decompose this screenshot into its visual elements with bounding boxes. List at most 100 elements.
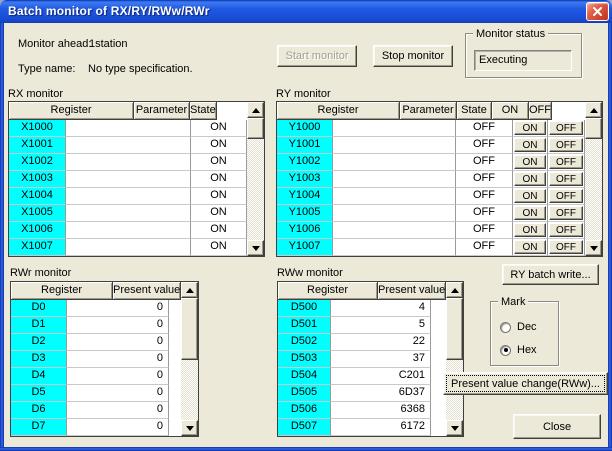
present-value-change-button[interactable]: Present value change(RWw)... (443, 372, 608, 395)
table-row[interactable]: D5 0 (11, 385, 181, 402)
rx-monitor-table: RegisterParameter nameState X1000 ON X10… (8, 101, 265, 257)
off-button[interactable]: OFF (549, 189, 583, 203)
table-row[interactable]: D500 4 (278, 300, 446, 317)
scroll-up-icon[interactable] (585, 102, 602, 118)
off-cell: OFF (548, 188, 585, 205)
table-row[interactable]: X1007 ON (9, 239, 247, 256)
column-header: State (457, 102, 492, 120)
off-button[interactable]: OFF (549, 138, 583, 152)
table-row[interactable]: D502 22 (278, 334, 446, 351)
scrollbar-thumb[interactable] (585, 118, 602, 139)
table-row[interactable]: D3 0 (11, 351, 181, 368)
table-row[interactable]: X1000 ON (9, 120, 247, 137)
mark-radio-option[interactable]: Dec (500, 321, 558, 333)
table-row[interactable]: D7 0 (11, 419, 181, 436)
table-row[interactable]: D6 0 (11, 402, 181, 419)
register-cell: D7 (11, 419, 67, 436)
off-cell: OFF (548, 239, 585, 256)
column-header: OFF (529, 102, 552, 120)
present-value-cell: 0 (67, 385, 169, 402)
on-button[interactable]: ON (514, 155, 546, 169)
scrollbar-thumb[interactable] (181, 298, 198, 360)
table-row[interactable]: X1002 ON (9, 154, 247, 171)
ry-scrollbar[interactable] (585, 102, 602, 256)
off-button[interactable]: OFF (549, 223, 583, 237)
scrollbar-thumb[interactable] (247, 118, 264, 139)
on-button[interactable]: ON (514, 206, 546, 220)
off-cell: OFF (548, 120, 585, 137)
register-cell: Y1007 (277, 239, 333, 256)
table-row[interactable]: X1004 ON (9, 188, 247, 205)
table-row[interactable]: D0 0 (11, 300, 181, 317)
on-button[interactable]: ON (514, 223, 546, 237)
table-row[interactable]: D501 5 (278, 317, 446, 334)
off-button[interactable]: OFF (549, 155, 583, 169)
rwr-scrollbar[interactable] (181, 282, 198, 436)
on-button[interactable]: ON (514, 189, 546, 203)
scroll-down-icon[interactable] (585, 240, 602, 256)
scroll-down-icon[interactable] (446, 420, 463, 436)
parameter-name-cell (66, 120, 191, 137)
present-value-cell: 0 (67, 402, 169, 419)
off-button[interactable]: OFF (549, 172, 583, 186)
table-row[interactable]: Y1002 OFF ON OFF (277, 154, 585, 171)
scrollbar-thumb[interactable] (446, 298, 463, 360)
on-button[interactable]: ON (514, 240, 546, 254)
off-cell: OFF (548, 171, 585, 188)
on-button[interactable]: ON (514, 138, 546, 152)
parameter-name-cell (333, 171, 456, 188)
parameter-name-cell (66, 239, 191, 256)
register-cell: D5 (11, 385, 67, 402)
on-button[interactable]: ON (514, 121, 546, 135)
register-cell: D4 (11, 368, 67, 385)
rx-scrollbar[interactable] (247, 102, 264, 256)
table-row[interactable]: Y1001 OFF ON OFF (277, 137, 585, 154)
state-cell: OFF (456, 188, 513, 205)
table-row[interactable]: D2 0 (11, 334, 181, 351)
column-header: Register (9, 102, 134, 120)
table-row[interactable]: Y1000 OFF ON OFF (277, 120, 585, 137)
present-value-cell: 22 (331, 334, 431, 351)
present-value-cell: 0 (67, 300, 169, 317)
scroll-down-icon[interactable] (181, 420, 198, 436)
register-cell: Y1002 (277, 154, 333, 171)
scroll-down-icon[interactable] (247, 240, 264, 256)
on-button[interactable]: ON (514, 172, 546, 186)
table-row[interactable]: X1001 ON (9, 137, 247, 154)
table-row[interactable]: Y1005 OFF ON OFF (277, 205, 585, 222)
table-row[interactable]: X1006 ON (9, 222, 247, 239)
close-dialog-button[interactable]: Close (513, 414, 601, 439)
table-row[interactable]: D505 6D37 (278, 385, 446, 402)
table-row[interactable]: D507 6172 (278, 419, 446, 436)
titlebar: Batch monitor of RX/RY/RWw/RWr (0, 0, 612, 23)
table-row[interactable]: X1005 ON (9, 205, 247, 222)
table-row[interactable]: X1003 ON (9, 171, 247, 188)
state-cell: OFF (456, 239, 513, 256)
table-row[interactable]: D503 37 (278, 351, 446, 368)
start-monitor-button[interactable]: Start monitor (277, 45, 357, 67)
table-row[interactable]: D504 C201 (278, 368, 446, 385)
table-row[interactable]: D1 0 (11, 317, 181, 334)
table-row[interactable]: Y1007 OFF ON OFF (277, 239, 585, 256)
mark-radio-option[interactable]: Hex (500, 344, 558, 356)
on-cell: ON (513, 222, 548, 239)
table-row[interactable]: D506 6368 (278, 402, 446, 419)
table-row[interactable]: Y1006 OFF ON OFF (277, 222, 585, 239)
ry-batch-write-button[interactable]: RY batch write... (502, 264, 599, 285)
scroll-up-icon[interactable] (181, 282, 198, 298)
rx-monitor-label: RX monitor (8, 88, 63, 101)
table-row[interactable]: Y1004 OFF ON OFF (277, 188, 585, 205)
register-cell: D0 (11, 300, 67, 317)
close-button[interactable] (586, 2, 609, 21)
scroll-up-icon[interactable] (247, 102, 264, 118)
rww-scrollbar[interactable] (446, 282, 463, 436)
scroll-up-icon[interactable] (446, 282, 463, 298)
register-cell: D3 (11, 351, 67, 368)
off-button[interactable]: OFF (549, 206, 583, 220)
register-cell: D502 (278, 334, 331, 351)
off-button[interactable]: OFF (549, 121, 583, 135)
table-row[interactable]: Y1003 OFF ON OFF (277, 171, 585, 188)
table-row[interactable]: D4 0 (11, 368, 181, 385)
stop-monitor-button[interactable]: Stop monitor (373, 45, 453, 67)
off-button[interactable]: OFF (549, 240, 583, 254)
